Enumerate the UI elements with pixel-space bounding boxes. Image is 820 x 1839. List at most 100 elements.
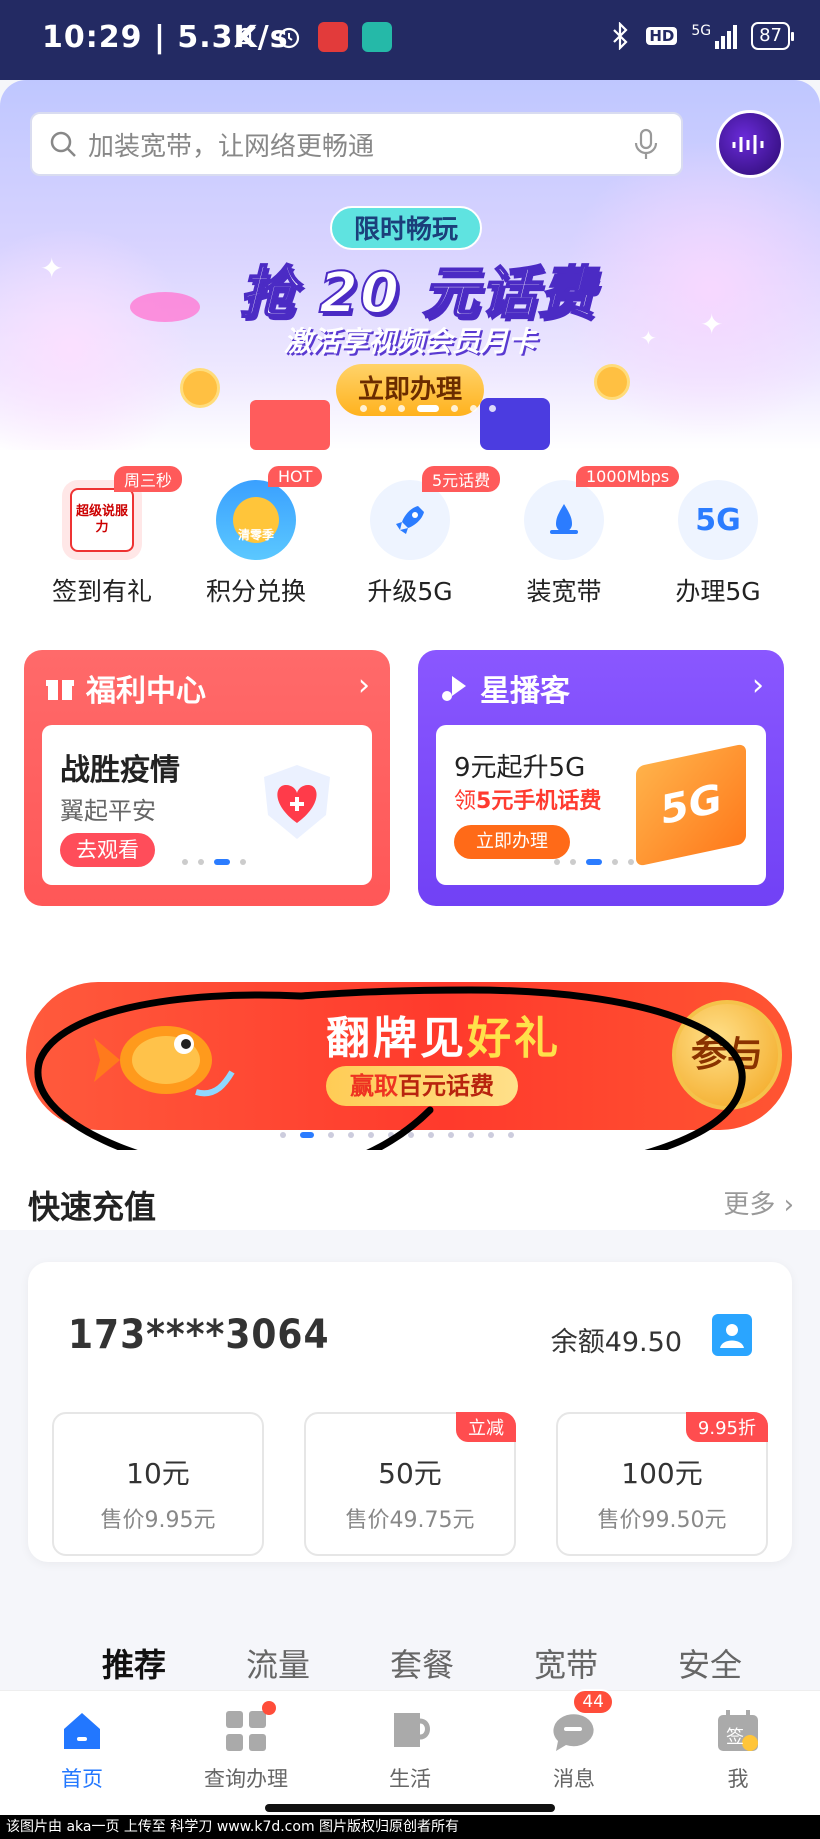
star-card[interactable]: 星播客 › 9元起升5G 领5元手机话费 立即办理 5G: [418, 650, 784, 906]
quick-item-points[interactable]: 清零季 HOT 积分兑换: [186, 466, 326, 608]
avatar[interactable]: [716, 110, 784, 178]
quick-label: 升级5G: [367, 577, 453, 606]
location-app-icon: [362, 22, 392, 52]
battery-indicator: 87: [751, 22, 794, 50]
quick-item-broadband[interactable]: 1000Mbps 装宽带: [494, 466, 680, 608]
quick-badge: HOT: [268, 466, 323, 487]
signal-icon: 5G: [691, 23, 738, 49]
tab-broadband[interactable]: 宽带: [534, 1640, 598, 1686]
grid-icon: [226, 1711, 266, 1751]
cup-icon: [394, 1713, 430, 1747]
welfare-sub: 翼起平安: [60, 797, 156, 825]
star-heading: 9元起升5G: [454, 753, 586, 783]
apply-button[interactable]: 立即办理: [454, 825, 570, 859]
feature-cards: 福利中心 › 战胜疫情 翼起平安 去观看 星播客 › 9元起升5G 领5元手机话…: [0, 620, 820, 940]
quick-label: 签到有礼: [51, 577, 152, 606]
welfare-card[interactable]: 福利中心 › 战胜疫情 翼起平安 去观看: [24, 650, 390, 906]
home-indicator[interactable]: [265, 1804, 555, 1812]
watermark-footer: 该图片由 aka一页 上传至 科学刀 www.k7d.com 图片版权归原创者所…: [0, 1815, 820, 1839]
alarm-icon: [278, 27, 300, 49]
quick-item-checkin[interactable]: 超级说服力 周三秒 签到有礼: [32, 466, 183, 608]
hd-icon: HD: [646, 27, 678, 45]
quick-label: 积分兑换: [205, 577, 306, 606]
discount-badge: 9.95折: [685, 1412, 768, 1442]
status-icons: [230, 22, 392, 52]
gift-icon: [46, 680, 74, 700]
quick-item-upgrade-5g[interactable]: 5元话费 升级5G: [340, 466, 501, 608]
status-bar: 10:29 | 5.3K/s HD 5G 87: [0, 0, 820, 80]
bottom-nav: 首页 查询办理 生活 44 消息 签 我: [0, 1689, 820, 1815]
nav-life[interactable]: 生活: [340, 1707, 480, 1793]
hero-tag: 限时畅玩: [330, 206, 483, 250]
balance: 余额49.50: [550, 1327, 682, 1358]
join-button[interactable]: 参与: [672, 1000, 782, 1110]
welfare-inner[interactable]: 战胜疫情 翼起平安 去观看: [42, 725, 372, 885]
quick-label: 装宽带: [526, 577, 602, 606]
app-notification-icon: [318, 22, 348, 52]
tab-security[interactable]: 安全: [678, 1640, 742, 1686]
coin-decoration: [180, 368, 220, 408]
hero-subtitle: 激活享视频会员月卡: [283, 325, 536, 358]
promo-subtitle: 赢取百元话费: [326, 1066, 518, 1106]
bluetooth-icon: [613, 22, 628, 50]
microphone-icon[interactable]: [633, 128, 659, 162]
welfare-heading: 战胜疫情: [60, 753, 180, 788]
promo-section: 翻牌见好礼 赢取百元话费 参与: [0, 940, 820, 1150]
koi-fish-icon: [94, 1026, 235, 1097]
recharge-title: 快速充值: [28, 1188, 157, 1226]
quick-item-5g[interactable]: 5G 办理5G: [648, 480, 788, 608]
search-icon: [50, 131, 76, 157]
welfare-title: 福利中心: [86, 674, 206, 709]
calendar-icon: 签: [718, 1710, 758, 1751]
quick-entries: 超级说服力 周三秒 签到有礼 清零季 HOT 积分兑换 5元话费 升级5G 10…: [0, 450, 820, 620]
star-sub: 领5元手机话费: [454, 789, 602, 814]
recharge-header: 快速充值 更多 ›: [0, 1150, 820, 1230]
status-right: HD 5G 87: [608, 22, 794, 50]
nav-me[interactable]: 签 我: [668, 1707, 808, 1793]
discount-badge: 立减: [456, 1412, 516, 1442]
coin-icon: 清零季: [233, 497, 279, 543]
contact-icon[interactable]: [712, 1314, 752, 1356]
home-icon: [64, 1713, 100, 1749]
5g-illustration-icon: 5G: [636, 743, 746, 867]
star-inner[interactable]: 9元起升5G 领5元手机话费 立即办理 5G: [436, 725, 766, 885]
recharge-option[interactable]: 10元 售价9.95元: [52, 1412, 264, 1556]
hero-title: 抢 20 元话费: [239, 260, 597, 327]
recharge-option[interactable]: 9.95折 100元 售价99.50元: [556, 1412, 768, 1556]
coin-decoration: [594, 364, 630, 400]
phone-number: 173****3064: [68, 1312, 330, 1358]
star-title: 星播客: [480, 674, 570, 709]
svg-text:签: 签: [726, 1727, 744, 1748]
broadband-icon: [550, 504, 578, 534]
search-bar[interactable]: 加装宽带，让网络更畅通: [30, 112, 683, 176]
planet-decoration: [130, 292, 200, 322]
hero-banner[interactable]: ✦ ✦ ✦ 加装宽带，让网络更畅通 限时畅玩 抢 20 元话费 激活享视频会员月…: [0, 80, 820, 450]
chevron-right-icon[interactable]: ›: [358, 668, 370, 703]
gift-box-decoration: [250, 400, 330, 450]
nav-query[interactable]: 查询办理: [176, 1701, 316, 1793]
chevron-right-icon[interactable]: ›: [752, 668, 764, 703]
watch-button[interactable]: 去观看: [60, 833, 155, 867]
more-link[interactable]: 更多 ›: [723, 1184, 794, 1221]
quick-label: 办理5G: [675, 577, 761, 606]
sparkle-icon: ✦: [40, 252, 64, 285]
search-input[interactable]: 加装宽带，让网络更畅通: [88, 126, 374, 163]
soundwave-icon: [732, 135, 764, 154]
heart-shield-icon: [264, 765, 330, 839]
nav-home[interactable]: 首页: [12, 1707, 152, 1793]
message-count-badge: 44: [572, 1689, 614, 1715]
promo-carousel-dots: [280, 1132, 514, 1138]
tab-data[interactable]: 流量: [246, 1640, 310, 1686]
quick-badge: 5元话费: [422, 466, 501, 492]
recharge-option[interactable]: 立减 50元 售价49.75元: [304, 1412, 516, 1556]
5g-icon: 5G: [695, 502, 741, 538]
tab-plan[interactable]: 套餐: [390, 1640, 454, 1686]
flip-card-promo-banner[interactable]: 翻牌见好礼 赢取百元话费 参与: [26, 982, 792, 1130]
tab-recommend[interactable]: 推荐: [102, 1640, 166, 1686]
sparkle-icon: ✦: [640, 326, 657, 350]
nav-messages[interactable]: 44 消息: [504, 1689, 644, 1793]
music-play-icon: [442, 676, 466, 701]
quick-badge: 周三秒: [114, 466, 183, 492]
hero-carousel-dots: [360, 405, 496, 412]
mute-bell-icon: [234, 26, 256, 48]
